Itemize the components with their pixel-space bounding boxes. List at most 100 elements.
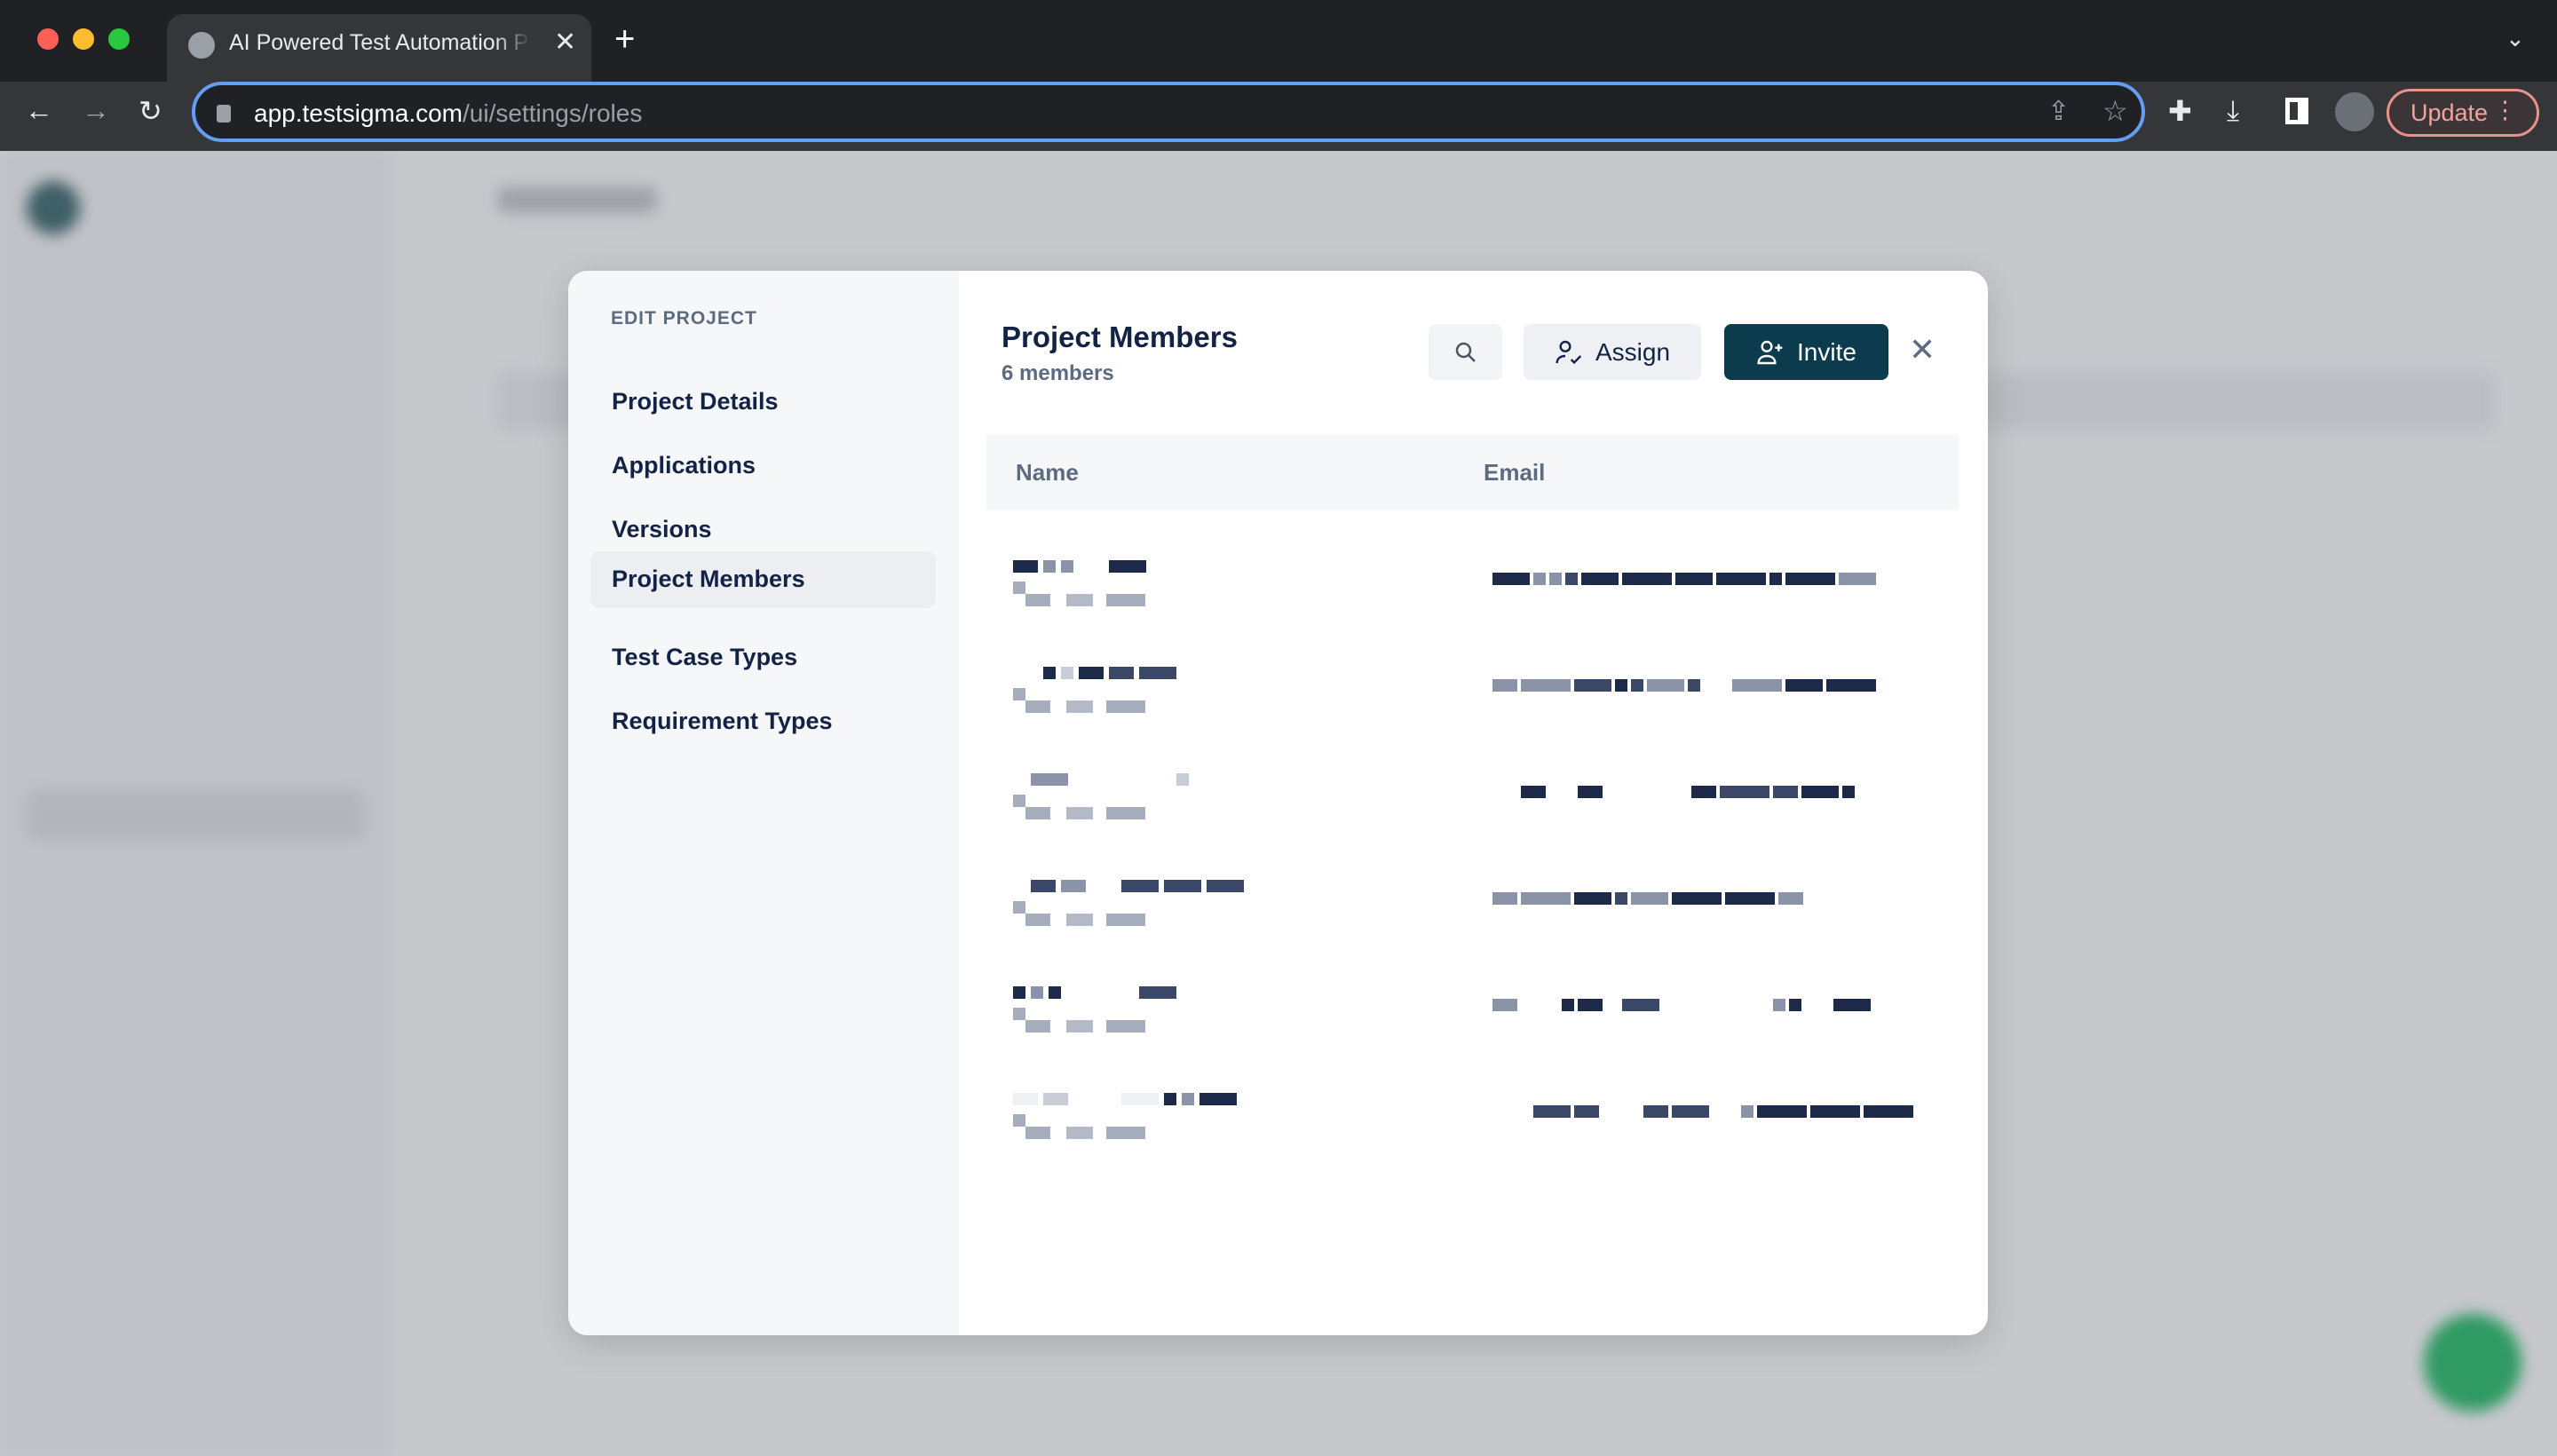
obscured-name xyxy=(1031,880,1056,892)
member-row[interactable] xyxy=(986,741,1959,848)
obscured-email xyxy=(1769,573,1782,585)
obscured-email xyxy=(1578,999,1603,1011)
forward-icon[interactable]: → xyxy=(82,94,110,127)
chat-widget-icon[interactable] xyxy=(2424,1314,2521,1412)
search-icon xyxy=(1455,342,1476,362)
column-email: Email xyxy=(1484,459,1546,486)
obscured-email xyxy=(1581,573,1619,585)
obscured-role xyxy=(1106,1020,1145,1033)
update-button[interactable]: Update ⋮ xyxy=(2387,89,2539,137)
member-row[interactable] xyxy=(986,635,1959,741)
assign-button[interactable]: Assign xyxy=(1524,324,1701,380)
obscured-email xyxy=(1833,999,1871,1011)
obscured-email xyxy=(1549,573,1562,585)
member-row[interactable] xyxy=(986,954,1959,1061)
maximize-window-button[interactable] xyxy=(108,28,130,50)
search-button[interactable] xyxy=(1429,324,1502,380)
obscured-role xyxy=(1013,1114,1025,1127)
nav-applications[interactable]: Applications xyxy=(590,438,936,495)
star-icon[interactable]: ☆ xyxy=(2102,94,2128,128)
obscured-role xyxy=(1066,594,1093,606)
obscured-email xyxy=(1574,1105,1599,1118)
obscured-role xyxy=(1025,914,1050,926)
obscured-name xyxy=(1013,986,1025,999)
page-title-blurred xyxy=(497,186,657,213)
chevron-down-icon[interactable]: ⌄ xyxy=(2506,25,2525,52)
logo-blurred xyxy=(27,181,80,234)
obscured-role xyxy=(1013,1008,1025,1020)
extensions-icon[interactable]: ✚ xyxy=(2168,94,2192,128)
obscured-email xyxy=(1725,892,1775,905)
obscured-name xyxy=(1049,986,1061,999)
obscured-email xyxy=(1688,679,1700,692)
obscured-email xyxy=(1864,1105,1913,1118)
obscured-email xyxy=(1647,679,1684,692)
obscured-name xyxy=(1182,1093,1194,1105)
obscured-name xyxy=(1164,1093,1176,1105)
download-icon[interactable]: ⤓ xyxy=(2227,94,2239,128)
close-tab-icon[interactable]: ✕ xyxy=(554,27,576,58)
obscured-email xyxy=(1562,999,1574,1011)
member-row[interactable] xyxy=(986,848,1959,954)
obscured-email xyxy=(1785,679,1823,692)
more-menu-icon[interactable]: ⋮ xyxy=(2493,97,2517,124)
obscured-email xyxy=(1521,786,1546,798)
obscured-email xyxy=(1810,1105,1860,1118)
avatar[interactable] xyxy=(2335,92,2374,131)
obscured-email xyxy=(1826,679,1876,692)
url-path: /ui/settings/roles xyxy=(463,99,643,127)
obscured-role xyxy=(1066,1127,1093,1139)
obscured-email xyxy=(1492,679,1517,692)
obscured-name xyxy=(1109,560,1146,573)
obscured-email xyxy=(1533,573,1546,585)
obscured-name xyxy=(1061,560,1073,573)
obscured-email xyxy=(1773,999,1785,1011)
obscured-email xyxy=(1492,892,1517,905)
user-check-icon xyxy=(1556,340,1582,364)
obscured-email xyxy=(1720,786,1769,798)
share-icon[interactable]: ⇪ xyxy=(2047,96,2070,127)
obscured-email xyxy=(1622,999,1659,1011)
obscured-name xyxy=(1043,560,1056,573)
reload-icon[interactable]: ↻ xyxy=(139,94,162,128)
member-row[interactable] xyxy=(986,1061,1959,1167)
nav-project-members[interactable]: Project Members xyxy=(590,551,936,608)
obscured-role xyxy=(1013,795,1025,807)
obscured-name xyxy=(1043,667,1056,679)
nav-requirement-types[interactable]: Requirement Types xyxy=(590,693,936,750)
obscured-name xyxy=(1164,880,1201,892)
column-name: Name xyxy=(1016,459,1079,486)
member-row[interactable] xyxy=(986,528,1959,635)
obscured-email xyxy=(1732,679,1782,692)
obscured-email xyxy=(1521,892,1571,905)
sidebar-heading: EDIT PROJECT xyxy=(611,308,757,328)
browser-tab[interactable]: AI Powered Test Automation Platform ✕ xyxy=(167,14,591,82)
obscured-role xyxy=(1106,914,1145,926)
obscured-name xyxy=(1207,880,1244,892)
obscured-name xyxy=(1061,880,1086,892)
edit-project-modal: EDIT PROJECT Project Details Application… xyxy=(568,271,1988,1335)
obscured-name xyxy=(1013,560,1038,573)
minimize-window-button[interactable] xyxy=(73,28,94,50)
member-count: 6 members xyxy=(1001,361,1114,385)
close-icon[interactable]: ✕ xyxy=(1909,331,1936,368)
obscured-email xyxy=(1631,892,1668,905)
browser-tab-bar: AI Powered Test Automation Platform ✕ + … xyxy=(0,0,2557,82)
obscured-role xyxy=(1025,1020,1050,1033)
obscured-email xyxy=(1801,786,1839,798)
nav-versions[interactable]: Versions xyxy=(590,502,936,558)
address-bar[interactable]: app.testsigma.com/ui/settings/roles ⇪ ☆ xyxy=(192,82,2145,142)
obscured-name xyxy=(1079,667,1104,679)
globe-icon xyxy=(188,32,215,59)
back-icon[interactable]: ← xyxy=(25,94,53,127)
nav-test-case-types[interactable]: Test Case Types xyxy=(590,629,936,686)
new-tab-icon[interactable]: + xyxy=(614,20,635,59)
url-host: app.testsigma.com xyxy=(254,99,463,127)
close-window-button[interactable] xyxy=(37,28,59,50)
nav-project-details[interactable]: Project Details xyxy=(590,374,936,431)
obscured-name xyxy=(1031,773,1068,786)
obscured-role xyxy=(1025,700,1050,713)
obscured-role xyxy=(1025,594,1050,606)
side-panel-icon[interactable] xyxy=(2285,98,2308,124)
invite-button[interactable]: Invite xyxy=(1724,324,1888,380)
